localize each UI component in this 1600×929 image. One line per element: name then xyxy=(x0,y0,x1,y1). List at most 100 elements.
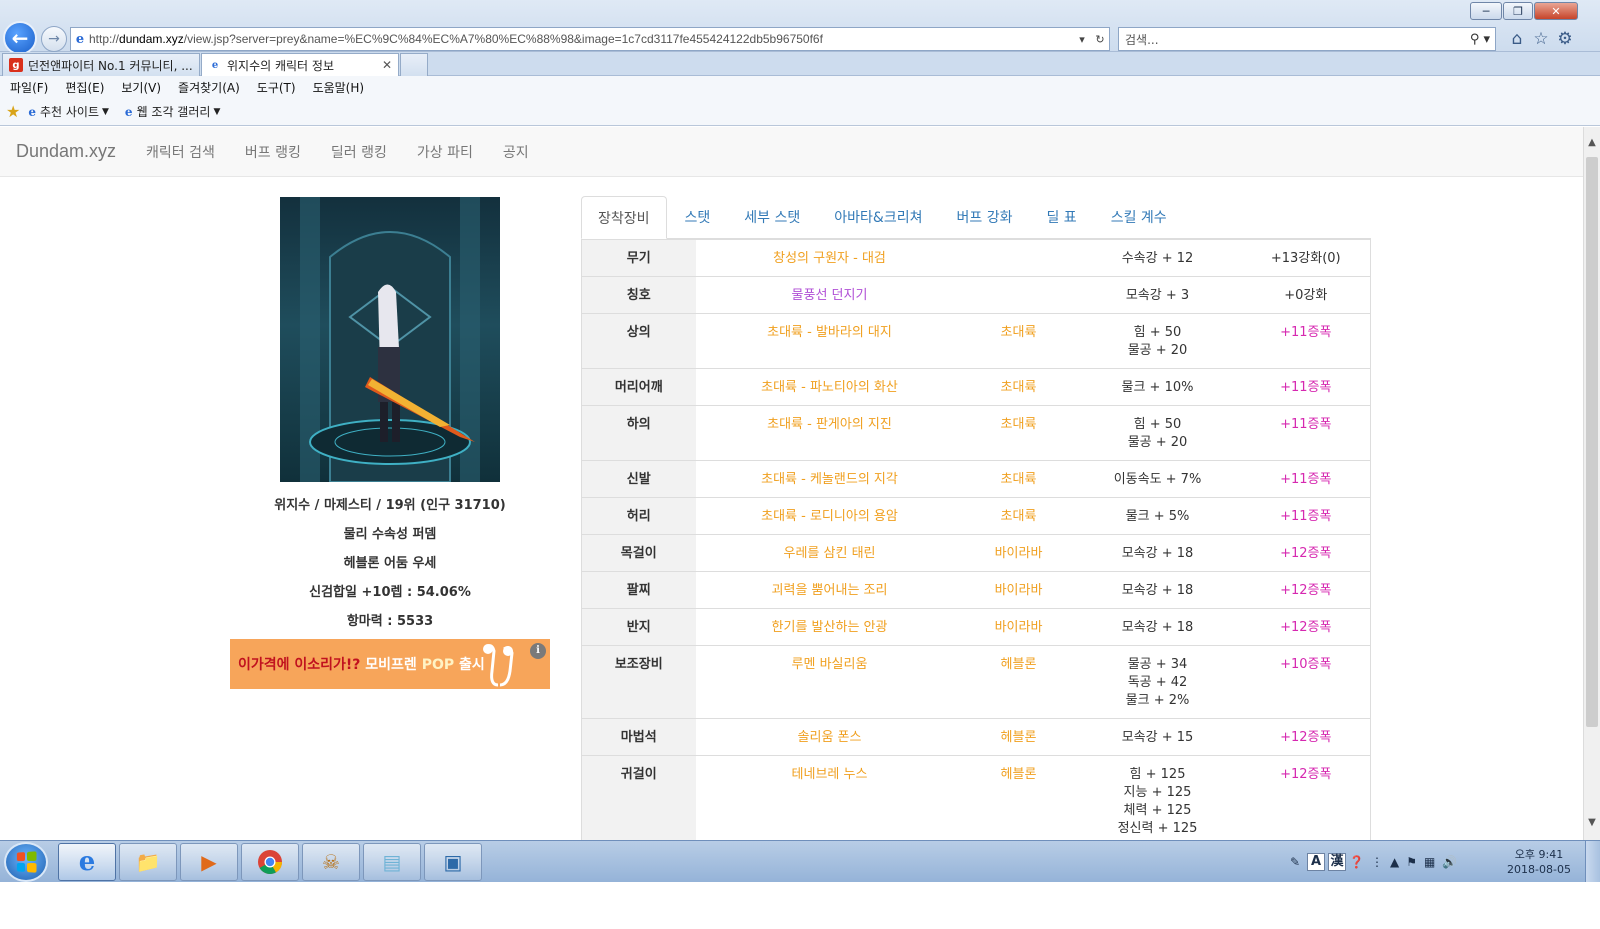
equipment-name[interactable]: 한기를 발산하는 안광 xyxy=(695,608,964,646)
equipment-stat-line: 모속강 + 18 xyxy=(1121,546,1194,561)
site-brand[interactable]: Dundam.xyz xyxy=(16,141,116,162)
volume-icon[interactable]: 🔊 xyxy=(1442,855,1457,869)
equipment-stat-line: 물공 + 20 xyxy=(1127,343,1188,358)
equipment-name[interactable]: 초대륙 - 케놀랜드의 지각 xyxy=(695,460,964,498)
ime-options-icon[interactable]: ⋮ xyxy=(1371,855,1383,869)
close-window-button[interactable]: ✕ xyxy=(1534,2,1578,20)
equipment-enhance: +0강화 xyxy=(1241,276,1371,314)
equipment-row: 칭호 물풍선 던지기 모속강 + 3 +0강화 xyxy=(581,276,1371,314)
tab-equipment[interactable]: 장착장비 xyxy=(581,196,667,239)
minimize-button[interactable]: ─ xyxy=(1470,2,1502,20)
tab-skill-coefficient[interactable]: 스킬 계수 xyxy=(1095,196,1183,238)
menu-file[interactable]: 파일(F) xyxy=(10,79,48,96)
new-tab-button[interactable] xyxy=(400,53,428,76)
show-desktop-button[interactable] xyxy=(1585,841,1600,883)
taskbar-file-explorer[interactable]: 📁 xyxy=(119,843,177,881)
nav-character-search[interactable]: 캐릭터 검색 xyxy=(146,142,215,162)
scroll-down-icon[interactable]: ▼ xyxy=(1584,817,1600,834)
equipment-row: 허리 초대륙 - 로디니아의 용암 초대륙 물크 + 5% +11증폭 xyxy=(581,497,1371,535)
address-dropdown-icon[interactable]: ▾ xyxy=(1073,33,1091,46)
equipment-enhance: +11증폭 xyxy=(1241,313,1371,369)
arrow-right-icon: → xyxy=(48,31,60,47)
menu-view[interactable]: 보기(V) xyxy=(121,79,161,96)
favorites-web-slice-gallery[interactable]: e 웹 조각 갤러리 ▼ xyxy=(125,103,220,120)
favorites-suggested-sites[interactable]: e 추천 사이트 ▼ xyxy=(28,103,109,120)
tab-close-icon[interactable]: ✕ xyxy=(382,58,392,72)
gear-icon[interactable]: ⚙ xyxy=(1554,28,1576,50)
equipment-name[interactable]: 초대륙 - 파노티아의 화산 xyxy=(695,368,964,406)
equipment-name[interactable]: 괴력을 뿜어내는 조리 xyxy=(695,571,964,609)
equipment-set: 초대륙 xyxy=(963,368,1074,406)
ad-banner[interactable]: 이가격에 이소리가!? 모비프렌 POP 출시 i xyxy=(230,639,550,689)
show-hidden-icons-icon[interactable]: ▲ xyxy=(1390,855,1399,869)
equipment-name[interactable]: 루멘 바실리움 xyxy=(695,645,964,719)
favorites-bar: ★ e 추천 사이트 ▼ e 웹 조각 갤러리 ▼ xyxy=(0,98,1600,126)
favorites-star-icon[interactable]: ☆ xyxy=(1530,28,1552,50)
equipment-name[interactable]: 창성의 구원자 - 대검 xyxy=(695,239,964,277)
favorites-star-icon[interactable]: ★ xyxy=(6,102,20,121)
menu-tools[interactable]: 도구(T) xyxy=(257,79,296,96)
tab-buff-enhance[interactable]: 버프 강화 xyxy=(940,196,1028,238)
search-placeholder: 검색... xyxy=(1125,32,1159,47)
equipment-name[interactable]: 물풍선 던지기 xyxy=(695,276,964,314)
equipment-stats: 힘 + 50 물공 + 20 xyxy=(1073,313,1242,369)
language-bar-icon[interactable]: ✎ xyxy=(1290,855,1300,869)
taskbar-chrome[interactable] xyxy=(241,843,299,881)
ad-info-icon[interactable]: i xyxy=(530,643,546,659)
clock-time: 오후 9:41 xyxy=(1514,848,1564,861)
page-scrollbar[interactable]: ▲ ▼ xyxy=(1583,127,1600,840)
equipment-name[interactable]: 우레를 삼킨 태린 xyxy=(695,534,964,572)
equipment-name[interactable]: 초대륙 - 발바라의 대지 xyxy=(695,313,964,369)
equipment-name[interactable]: 테네브레 누스 xyxy=(695,755,964,840)
start-button[interactable] xyxy=(4,842,48,882)
equipment-name[interactable]: 초대륙 - 로디니아의 용암 xyxy=(695,497,964,535)
tab-damage-table[interactable]: 딜 표 xyxy=(1030,196,1092,238)
media-player-icon: ▶ xyxy=(201,850,217,874)
browser-tab-dnf[interactable]: g 던전앤파이터 No.1 커뮤니티, ... xyxy=(2,53,200,76)
search-icon[interactable]: ⚲ ▾ xyxy=(1465,32,1495,47)
tab-stats[interactable]: 스탯 xyxy=(669,196,727,238)
taskbar-image-viewer[interactable]: ▣ xyxy=(424,843,482,881)
taskbar-dnf-game[interactable]: ☠ xyxy=(302,843,360,881)
equipment-row: 상의 초대륙 - 발바라의 대지 초대륙 힘 + 50 물공 + 20 +11증폭 xyxy=(581,313,1371,369)
equipment-slot: 신발 xyxy=(581,460,696,498)
equipment-slot: 상의 xyxy=(581,313,696,369)
taskbar-media-player[interactable]: ▶ xyxy=(180,843,238,881)
equipment-stat-line: 물크 + 2% xyxy=(1125,693,1190,708)
chevron-down-icon: ▼ xyxy=(102,106,109,117)
tab-avatar-creature[interactable]: 아바타&크리쳐 xyxy=(818,196,938,238)
action-center-flag-icon[interactable]: ⚑ xyxy=(1406,855,1417,869)
scroll-up-icon[interactable]: ▲ xyxy=(1584,137,1600,154)
search-input[interactable]: 검색... ⚲ ▾ xyxy=(1118,27,1496,51)
address-bar[interactable]: e http://dundam.xyz/view.jsp?server=prey… xyxy=(70,27,1110,51)
scroll-thumb[interactable] xyxy=(1586,157,1598,727)
restore-button[interactable]: ❐ xyxy=(1503,2,1533,20)
taskbar-internet-explorer[interactable]: e xyxy=(58,843,116,881)
nav-dealer-ranking[interactable]: 딜러 랭킹 xyxy=(331,142,387,162)
menu-help[interactable]: 도움말(H) xyxy=(313,79,365,96)
system-clock[interactable]: 오후 9:41 2018-08-05 xyxy=(1500,847,1578,877)
windows-logo-icon xyxy=(16,851,37,873)
refresh-icon[interactable]: ↻ xyxy=(1091,33,1109,46)
nav-virtual-party[interactable]: 가상 파티 xyxy=(417,142,473,162)
help-icon[interactable]: ❓ xyxy=(1349,855,1364,869)
equipment-name[interactable]: 초대륙 - 판게아의 지진 xyxy=(695,405,964,461)
taskbar-notepad[interactable]: ▤ xyxy=(363,843,421,881)
nav-buff-ranking[interactable]: 버프 랭킹 xyxy=(245,142,301,162)
address-url[interactable]: http://dundam.xyz/view.jsp?server=prey&n… xyxy=(89,32,1073,46)
menu-favorites[interactable]: 즐겨찾기(A) xyxy=(178,79,240,96)
menu-edit[interactable]: 편집(E) xyxy=(65,79,104,96)
tab-detail-stats[interactable]: 세부 스탯 xyxy=(728,196,816,238)
nav-notice[interactable]: 공지 xyxy=(503,142,529,162)
equipment-name[interactable]: 솔리움 폰스 xyxy=(695,718,964,756)
forward-button[interactable]: → xyxy=(41,26,67,52)
network-icon[interactable]: ▦ xyxy=(1424,855,1435,869)
character-resistance: 항마력 : 5533 xyxy=(346,614,434,629)
ime-mode-a[interactable]: A xyxy=(1307,853,1326,871)
home-icon[interactable]: ⌂ xyxy=(1506,28,1528,50)
back-button[interactable]: ← xyxy=(3,21,37,55)
equipment-enhance: +11증폭 xyxy=(1241,497,1371,535)
browser-tab-character[interactable]: e 위지수의 캐릭터 정보 ✕ xyxy=(201,53,399,76)
equipment-row: 신발 초대륙 - 케놀랜드의 지각 초대륙 이동속도 + 7% +11증폭 xyxy=(581,460,1371,498)
ime-mode-han[interactable]: 漢 xyxy=(1328,853,1347,871)
